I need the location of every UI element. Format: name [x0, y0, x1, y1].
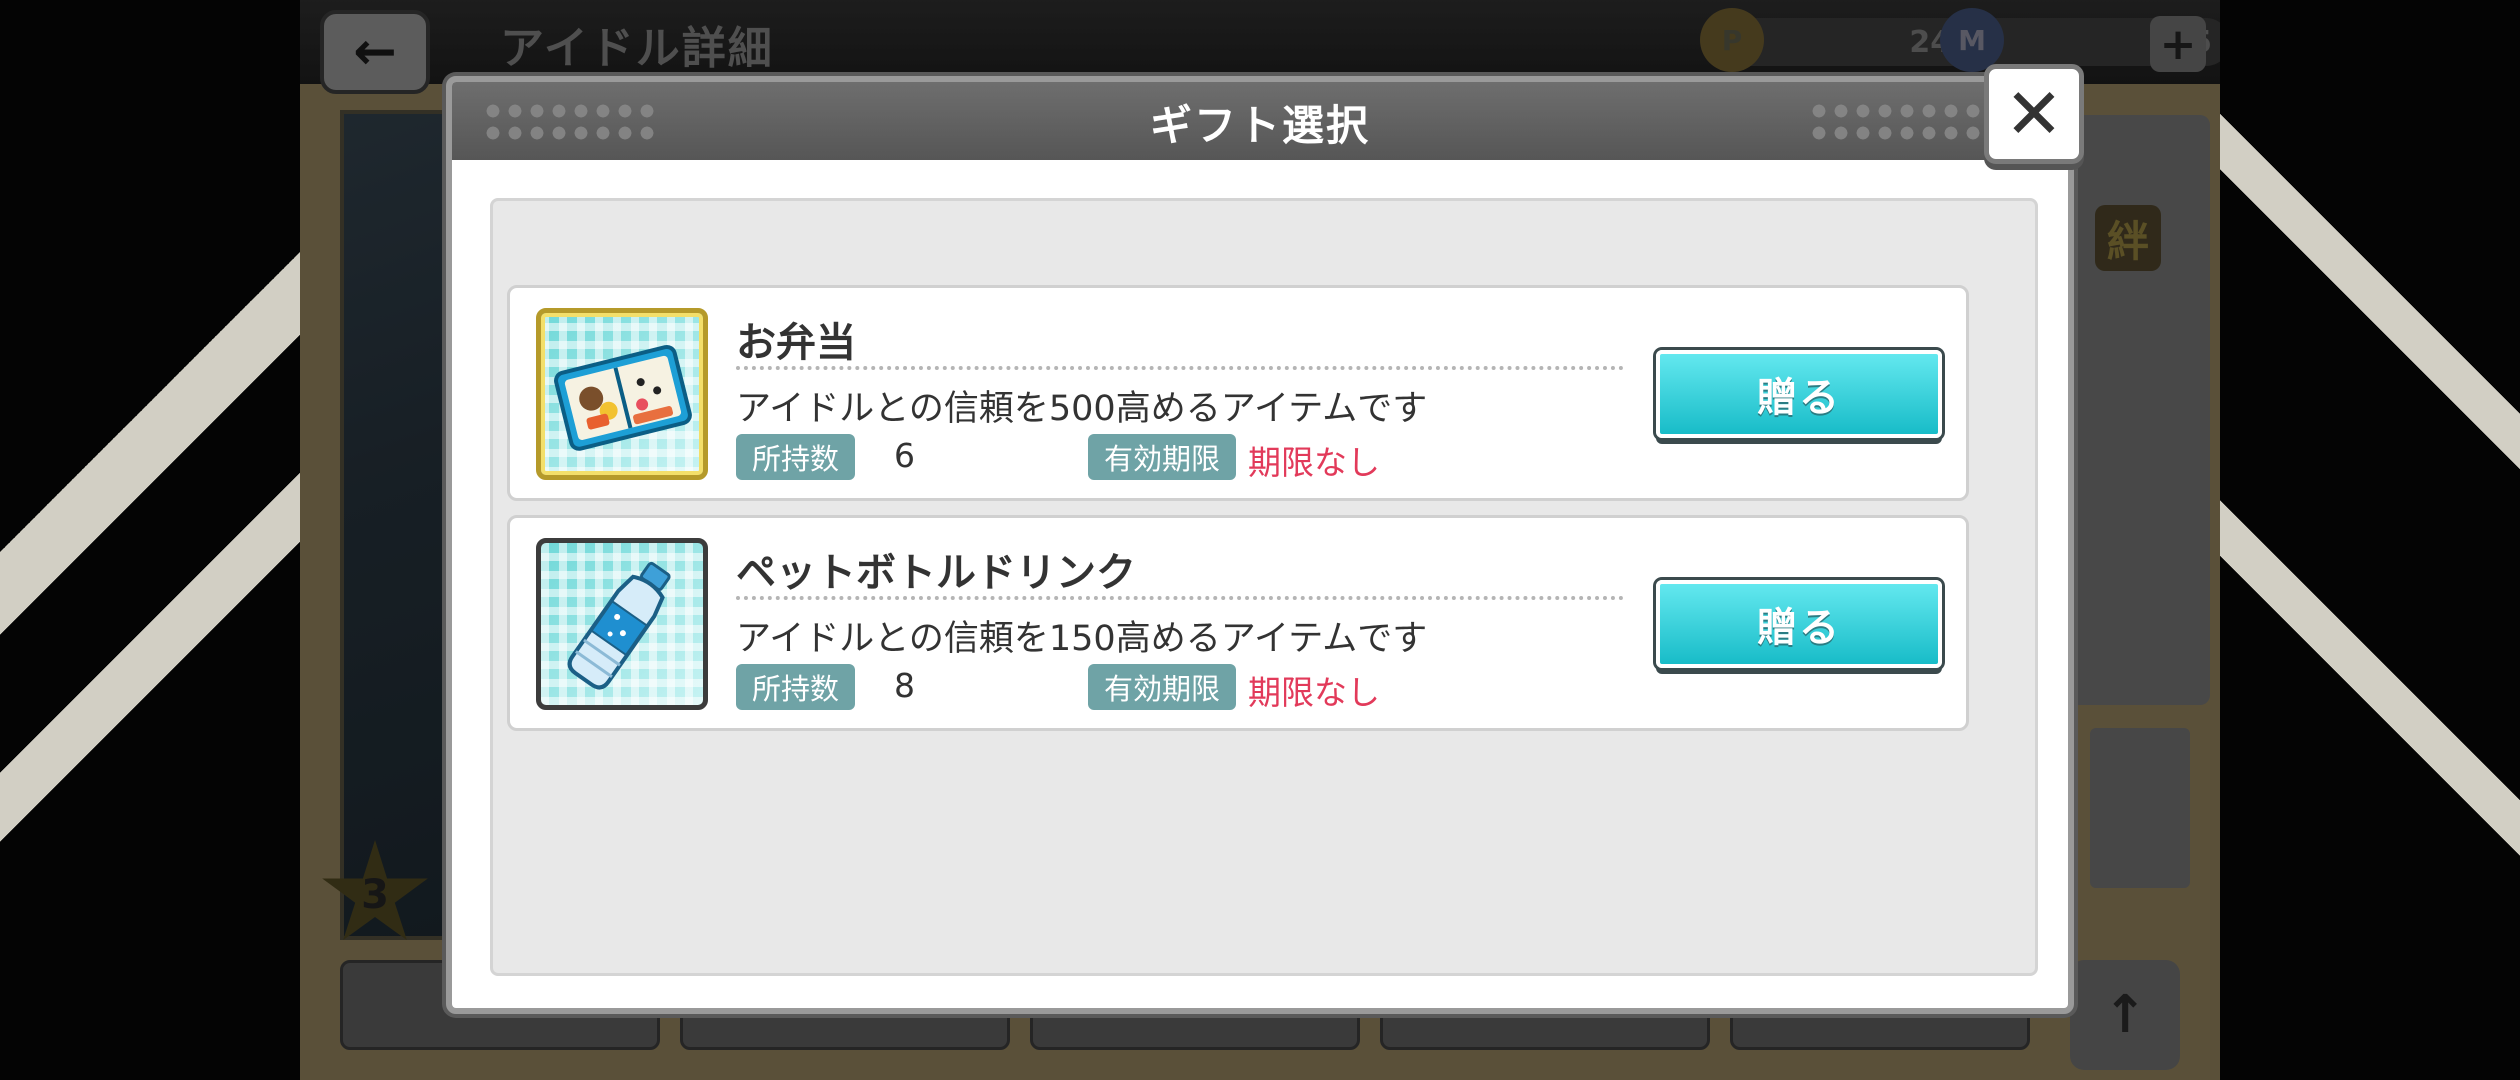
gift-description: アイドルとの信頼を150高めるアイテムです	[736, 619, 1428, 659]
owned-count: 8	[894, 666, 915, 705]
expiry-value: 期限なし	[1248, 443, 1380, 482]
right-decoration	[2220, 0, 2520, 1080]
divider	[736, 366, 1624, 370]
dialog-header: ギフト選択	[452, 82, 2068, 160]
gift-list[interactable]: お弁当 アイドルとの信頼を500高めるアイテムです 所持数 6 有効期限 期限な…	[490, 198, 2038, 976]
close-dialog-button[interactable]: ✕	[1984, 64, 2084, 164]
close-icon: ✕	[2004, 73, 2064, 155]
gift-name: ペットボトルドリンク	[736, 550, 1136, 596]
gift-select-dialog: ギフト選択 お弁当 アイドルとの信頼を500高めるアイテムです 所持数 6 有効…	[446, 76, 2074, 1014]
water-bottle-icon	[536, 538, 708, 710]
owned-tag: 所持数	[736, 434, 856, 480]
expiry-value: 期限なし	[1248, 673, 1380, 712]
owned-count: 6	[894, 436, 915, 475]
bottle-illustration	[567, 561, 671, 690]
left-decoration	[0, 0, 300, 1080]
owned-tag: 所持数	[736, 664, 856, 710]
divider	[736, 596, 1624, 600]
gift-row: ペットボトルドリンク アイドルとの信頼を150高めるアイテムです 所持数 8 有…	[507, 515, 1969, 731]
bento-illustration	[554, 344, 692, 451]
gift-row: お弁当 アイドルとの信頼を500高めるアイテムです 所持数 6 有効期限 期限な…	[507, 285, 1969, 501]
expiry-tag: 有効期限	[1088, 664, 1237, 710]
send-gift-button[interactable]: 贈る	[1656, 580, 1942, 668]
expiry-tag: 有効期限	[1088, 434, 1237, 480]
gift-description: アイドルとの信頼を500高めるアイテムです	[736, 389, 1428, 429]
send-gift-button[interactable]: 贈る	[1656, 350, 1942, 438]
bento-icon	[536, 308, 708, 480]
gift-name: お弁当	[736, 320, 856, 366]
dialog-title: ギフト選択	[1149, 101, 1370, 150]
